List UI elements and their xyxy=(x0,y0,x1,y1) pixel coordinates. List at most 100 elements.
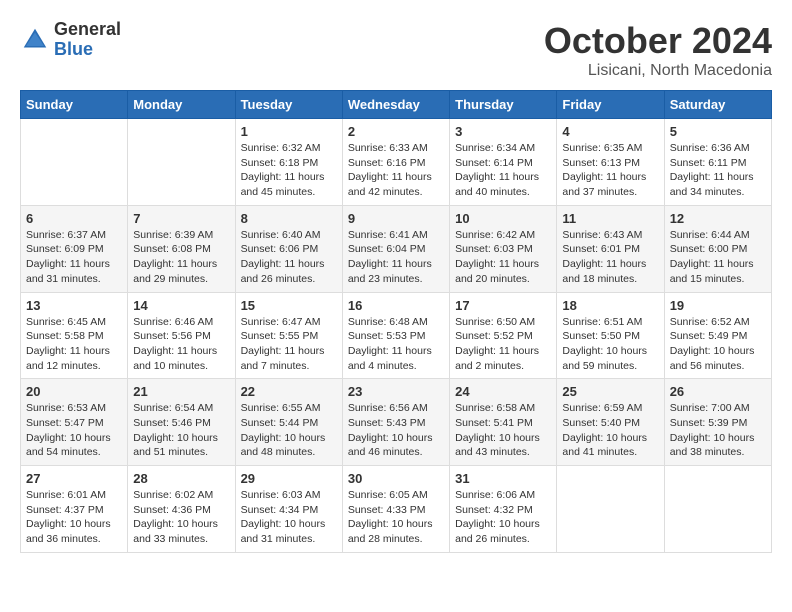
day-number: 4 xyxy=(562,124,658,139)
calendar-cell: 3Sunrise: 6:34 AM Sunset: 6:14 PM Daylig… xyxy=(450,119,557,206)
day-number: 21 xyxy=(133,384,229,399)
calendar-cell: 9Sunrise: 6:41 AM Sunset: 6:04 PM Daylig… xyxy=(342,205,449,292)
calendar-cell: 24Sunrise: 6:58 AM Sunset: 5:41 PM Dayli… xyxy=(450,379,557,466)
calendar-cell xyxy=(557,466,664,553)
header-saturday: Saturday xyxy=(664,91,771,119)
calendar-cell xyxy=(664,466,771,553)
day-number: 22 xyxy=(241,384,337,399)
day-number: 28 xyxy=(133,471,229,486)
day-info: Sunrise: 6:47 AM Sunset: 5:55 PM Dayligh… xyxy=(241,315,337,374)
day-info: Sunrise: 6:02 AM Sunset: 4:36 PM Dayligh… xyxy=(133,488,229,547)
calendar-header-row: SundayMondayTuesdayWednesdayThursdayFrid… xyxy=(21,91,772,119)
day-info: Sunrise: 6:45 AM Sunset: 5:58 PM Dayligh… xyxy=(26,315,122,374)
day-number: 1 xyxy=(241,124,337,139)
calendar-cell: 6 Sunrise: 6:37 AM Sunset: 6:09 PM Daylig… xyxy=(21,205,128,292)
day-info: Sunrise: 6:36 AM Sunset: 6:11 PM Dayligh… xyxy=(670,141,766,200)
logo-blue-text: Blue xyxy=(54,40,121,60)
header-wednesday: Wednesday xyxy=(342,91,449,119)
calendar-table: SundayMondayTuesdayWednesdayThursdayFrid… xyxy=(20,90,772,553)
calendar-cell: 12 Sunrise: 6:44 AM Sunset: 6:00 PM Dayli… xyxy=(664,205,771,292)
header-friday: Friday xyxy=(557,91,664,119)
day-info: Sunrise: 6:51 AM Sunset: 5:50 PM Dayligh… xyxy=(562,315,658,374)
calendar-cell: 31 Sunrise: 6:06 AM Sunset: 4:32 PM Dayli… xyxy=(450,466,557,553)
calendar-cell: 26 Sunrise: 7:00 AM Sunset: 5:39 PM Dayli… xyxy=(664,379,771,466)
day-number: 5 xyxy=(670,124,766,139)
day-info: Sunrise: 6:40 AM Sunset: 6:06 PM Dayligh… xyxy=(241,228,337,287)
location-title: Lisicani, North Macedonia xyxy=(544,62,772,80)
day-info: Sunrise: 6:03 AM Sunset: 4:34 PM Dayligh… xyxy=(241,488,337,547)
calendar-cell: 28 Sunrise: 6:02 AM Sunset: 4:36 PM Dayli… xyxy=(128,466,235,553)
day-info: Sunrise: 6:48 AM Sunset: 5:53 PM Dayligh… xyxy=(348,315,444,374)
header: General Blue October 2024 Lisicani, Nort… xyxy=(20,20,772,80)
calendar-cell xyxy=(21,119,128,206)
day-number: 12 xyxy=(670,211,766,226)
day-number: 14 xyxy=(133,298,229,313)
week-row-4: 20Sunrise: 6:53 AM Sunset: 5:47 PM Dayli… xyxy=(21,379,772,466)
calendar-cell: 13 Sunrise: 6:45 AM Sunset: 5:58 PM Dayli… xyxy=(21,292,128,379)
day-number: 24 xyxy=(455,384,551,399)
day-number: 25 xyxy=(562,384,658,399)
calendar-cell: 5 Sunrise: 6:36 AM Sunset: 6:11 PM Daylig… xyxy=(664,119,771,206)
day-info: Sunrise: 6:52 AM Sunset: 5:49 PM Dayligh… xyxy=(670,315,766,374)
day-info: Sunrise: 6:06 AM Sunset: 4:32 PM Dayligh… xyxy=(455,488,551,547)
day-number: 19 xyxy=(670,298,766,313)
week-row-3: 13 Sunrise: 6:45 AM Sunset: 5:58 PM Dayli… xyxy=(21,292,772,379)
calendar-cell: 23 Sunrise: 6:56 AM Sunset: 5:43 PM Dayli… xyxy=(342,379,449,466)
calendar-cell: 11Sunrise: 6:43 AM Sunset: 6:01 PM Dayli… xyxy=(557,205,664,292)
calendar-cell: 15Sunrise: 6:47 AM Sunset: 5:55 PM Dayli… xyxy=(235,292,342,379)
calendar-cell: 22 Sunrise: 6:55 AM Sunset: 5:44 PM Dayli… xyxy=(235,379,342,466)
header-monday: Monday xyxy=(128,91,235,119)
day-info: Sunrise: 6:32 AM Sunset: 6:18 PM Dayligh… xyxy=(241,141,337,200)
day-number: 3 xyxy=(455,124,551,139)
day-number: 23 xyxy=(348,384,444,399)
logo-text: General Blue xyxy=(54,20,121,60)
week-row-5: 27Sunrise: 6:01 AM Sunset: 4:37 PM Dayli… xyxy=(21,466,772,553)
logo-icon xyxy=(20,25,50,55)
calendar-cell: 1 Sunrise: 6:32 AM Sunset: 6:18 PM Daylig… xyxy=(235,119,342,206)
day-info: Sunrise: 6:35 AM Sunset: 6:13 PM Dayligh… xyxy=(562,141,658,200)
day-info: Sunrise: 6:59 AM Sunset: 5:40 PM Dayligh… xyxy=(562,401,658,460)
calendar-cell: 27Sunrise: 6:01 AM Sunset: 4:37 PM Dayli… xyxy=(21,466,128,553)
calendar-cell: 19 Sunrise: 6:52 AM Sunset: 5:49 PM Dayli… xyxy=(664,292,771,379)
day-number: 26 xyxy=(670,384,766,399)
day-info: Sunrise: 6:53 AM Sunset: 5:47 PM Dayligh… xyxy=(26,401,122,460)
calendar-cell: 4 Sunrise: 6:35 AM Sunset: 6:13 PM Daylig… xyxy=(557,119,664,206)
logo-general-text: General xyxy=(54,20,121,40)
day-info: Sunrise: 6:39 AM Sunset: 6:08 PM Dayligh… xyxy=(133,228,229,287)
day-info: Sunrise: 6:44 AM Sunset: 6:00 PM Dayligh… xyxy=(670,228,766,287)
day-number: 6 xyxy=(26,211,122,226)
day-info: Sunrise: 6:37 AM Sunset: 6:09 PM Dayligh… xyxy=(26,228,122,287)
day-info: Sunrise: 6:43 AM Sunset: 6:01 PM Dayligh… xyxy=(562,228,658,287)
logo: General Blue xyxy=(20,20,121,60)
month-title: October 2024 xyxy=(544,20,772,62)
day-number: 10 xyxy=(455,211,551,226)
calendar-cell: 18 Sunrise: 6:51 AM Sunset: 5:50 PM Dayli… xyxy=(557,292,664,379)
day-info: Sunrise: 6:42 AM Sunset: 6:03 PM Dayligh… xyxy=(455,228,551,287)
day-info: Sunrise: 6:55 AM Sunset: 5:44 PM Dayligh… xyxy=(241,401,337,460)
day-number: 13 xyxy=(26,298,122,313)
day-info: Sunrise: 6:50 AM Sunset: 5:52 PM Dayligh… xyxy=(455,315,551,374)
day-info: Sunrise: 6:05 AM Sunset: 4:33 PM Dayligh… xyxy=(348,488,444,547)
day-number: 31 xyxy=(455,471,551,486)
day-info: Sunrise: 6:46 AM Sunset: 5:56 PM Dayligh… xyxy=(133,315,229,374)
calendar-cell: 7Sunrise: 6:39 AM Sunset: 6:08 PM Daylig… xyxy=(128,205,235,292)
day-info: Sunrise: 7:00 AM Sunset: 5:39 PM Dayligh… xyxy=(670,401,766,460)
calendar-cell xyxy=(128,119,235,206)
header-sunday: Sunday xyxy=(21,91,128,119)
day-info: Sunrise: 6:33 AM Sunset: 6:16 PM Dayligh… xyxy=(348,141,444,200)
title-area: October 2024 Lisicani, North Macedonia xyxy=(544,20,772,80)
day-number: 29 xyxy=(241,471,337,486)
day-info: Sunrise: 6:54 AM Sunset: 5:46 PM Dayligh… xyxy=(133,401,229,460)
week-row-2: 6 Sunrise: 6:37 AM Sunset: 6:09 PM Daylig… xyxy=(21,205,772,292)
day-number: 16 xyxy=(348,298,444,313)
day-number: 30 xyxy=(348,471,444,486)
day-info: Sunrise: 6:56 AM Sunset: 5:43 PM Dayligh… xyxy=(348,401,444,460)
calendar-cell: 30 Sunrise: 6:05 AM Sunset: 4:33 PM Dayli… xyxy=(342,466,449,553)
day-number: 27 xyxy=(26,471,122,486)
calendar-cell: 20Sunrise: 6:53 AM Sunset: 5:47 PM Dayli… xyxy=(21,379,128,466)
day-number: 18 xyxy=(562,298,658,313)
week-row-1: 1 Sunrise: 6:32 AM Sunset: 6:18 PM Daylig… xyxy=(21,119,772,206)
calendar-cell: 14 Sunrise: 6:46 AM Sunset: 5:56 PM Dayli… xyxy=(128,292,235,379)
day-number: 9 xyxy=(348,211,444,226)
calendar-cell: 17Sunrise: 6:50 AM Sunset: 5:52 PM Dayli… xyxy=(450,292,557,379)
